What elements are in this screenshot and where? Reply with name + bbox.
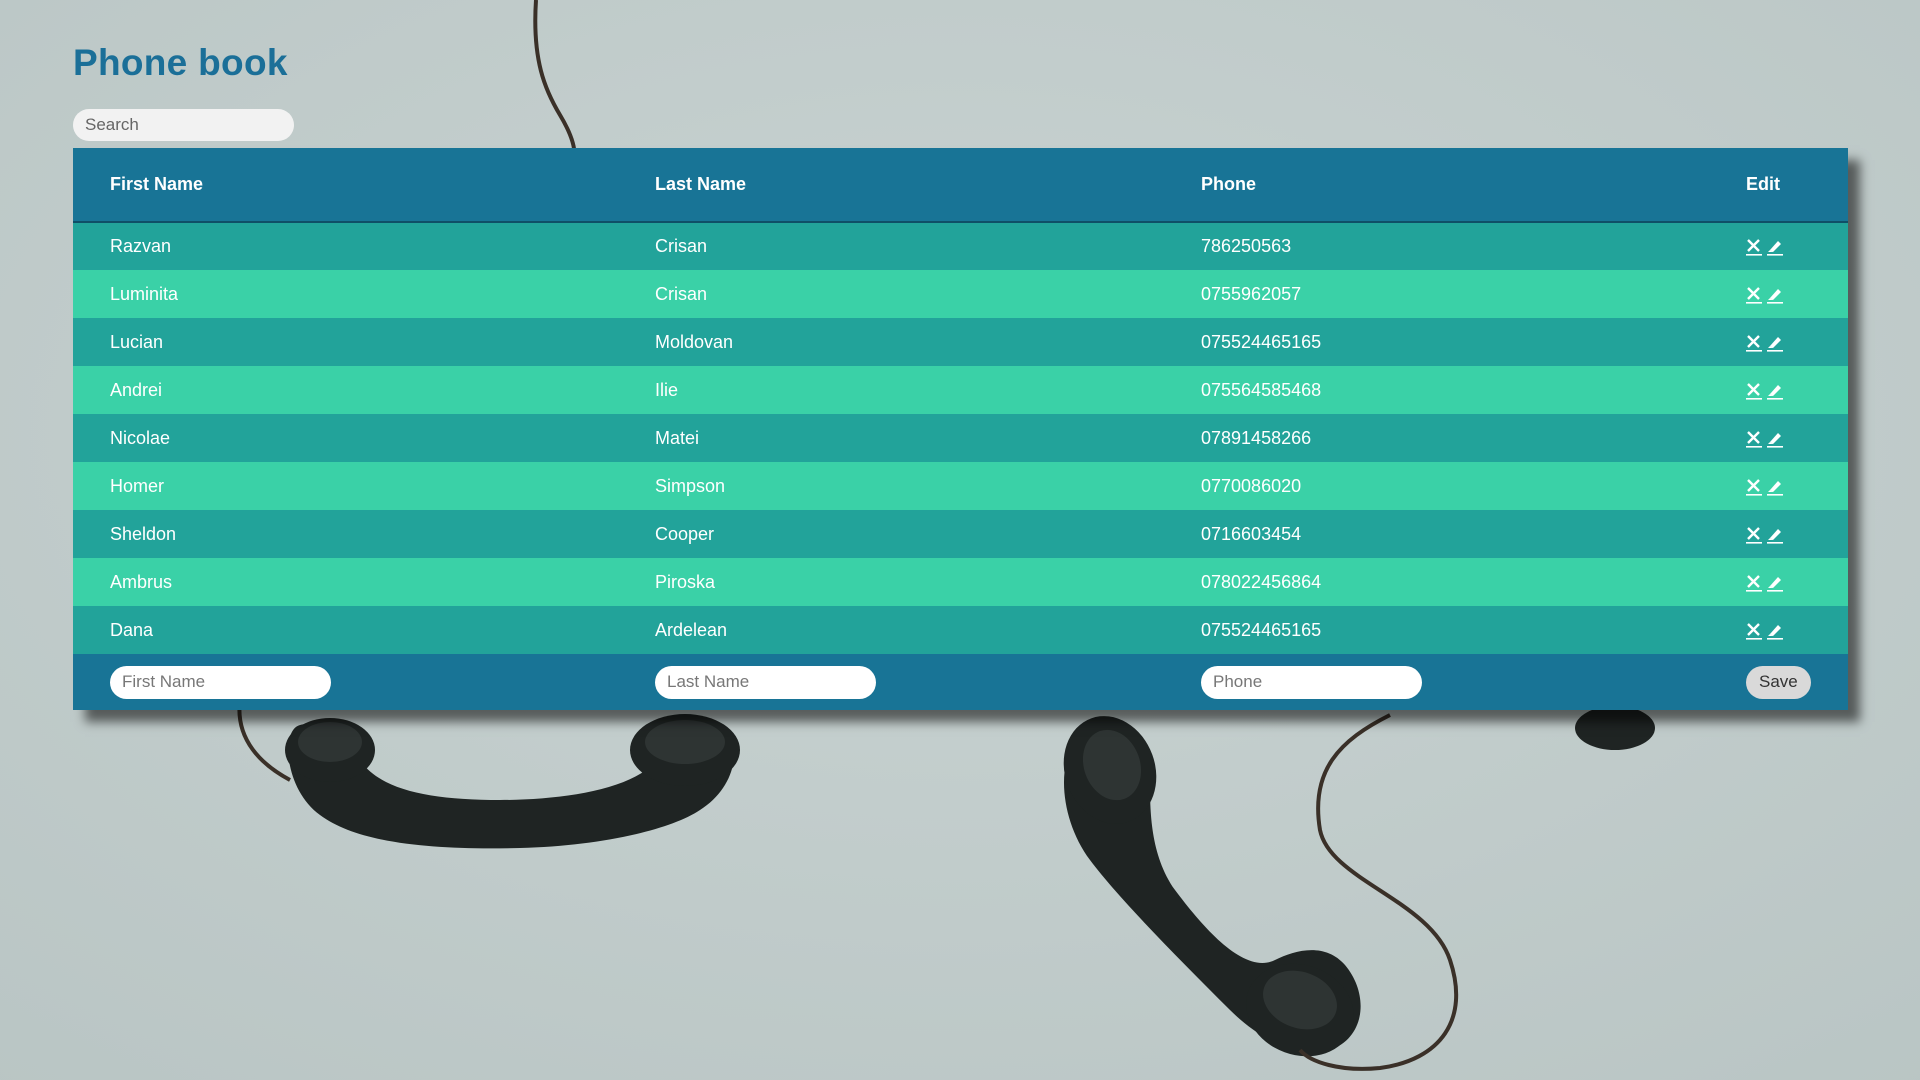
add-save-cell: Save [1709, 654, 1848, 710]
cell-last-name: Cooper [655, 523, 715, 544]
table-row: Lucian Moldovan 075524465165 [73, 318, 1848, 366]
table-row: Luminita Crisan 0755962057 [73, 270, 1848, 318]
pencil-icon[interactable] [1767, 238, 1783, 256]
cell-first-name: Lucian [110, 331, 164, 352]
cell-first-name: Dana [110, 619, 154, 640]
add-first-name-cell [73, 654, 618, 710]
cell-actions [1709, 222, 1848, 270]
table-row: Ambrus Piroska 078022456864 [73, 558, 1848, 606]
cell-last-name: Piroska [655, 571, 716, 592]
pencil-icon[interactable] [1767, 382, 1783, 400]
cell-first-name: Ambrus [110, 571, 173, 592]
column-header-phone: Phone [1201, 174, 1257, 194]
close-icon[interactable] [1746, 526, 1762, 544]
pencil-icon[interactable] [1767, 286, 1783, 304]
close-icon[interactable] [1746, 478, 1762, 496]
cell-actions [1709, 414, 1848, 462]
phone-input[interactable] [1201, 665, 1422, 699]
cell-first-name: Nicolae [110, 427, 171, 448]
cell-phone: 075564585468 [1201, 379, 1322, 400]
contacts-table-body: Razvan Crisan 786250563 Luminita Crisan … [73, 222, 1848, 654]
table-row: Nicolae Matei 07891458266 [73, 414, 1848, 462]
pencil-icon[interactable] [1767, 430, 1783, 448]
close-icon[interactable] [1746, 574, 1762, 592]
add-phone-cell [1164, 654, 1709, 710]
cell-last-name: Matei [655, 427, 700, 448]
cell-phone: 0716603454 [1201, 523, 1302, 544]
cell-phone: 0755962057 [1201, 283, 1302, 304]
cell-phone: 075524465165 [1201, 619, 1322, 640]
close-icon[interactable] [1746, 334, 1762, 352]
cell-last-name: Simpson [655, 475, 726, 496]
cell-actions [1709, 510, 1848, 558]
add-contact-row: Save [73, 654, 1848, 710]
cell-last-name: Crisan [655, 236, 708, 256]
contacts-table: First Name Last Name Phone Edit Razvan C… [73, 148, 1848, 710]
cell-first-name: Sheldon [110, 523, 177, 544]
close-icon[interactable] [1746, 238, 1762, 256]
cell-actions [1709, 462, 1848, 510]
cell-phone: 07891458266 [1201, 427, 1312, 448]
cell-phone: 0770086020 [1201, 475, 1302, 496]
cell-last-name: Ilie [655, 379, 679, 400]
cell-last-name: Ardelean [655, 619, 728, 640]
cell-actions [1709, 606, 1848, 654]
save-button[interactable]: Save [1746, 665, 1811, 699]
column-header-first-name: First Name [110, 174, 204, 194]
table-row: Sheldon Cooper 0716603454 [73, 510, 1848, 558]
page-title: Phone book [73, 42, 288, 83]
pencil-icon[interactable] [1767, 526, 1783, 544]
search-input[interactable] [73, 109, 294, 141]
contacts-table-container: First Name Last Name Phone Edit Razvan C… [73, 148, 1848, 710]
add-last-name-cell [618, 654, 1164, 710]
cell-first-name: Homer [110, 475, 165, 496]
cell-first-name: Luminita [110, 283, 179, 304]
table-row: Razvan Crisan 786250563 [73, 222, 1848, 270]
table-row: Dana Ardelean 075524465165 [73, 606, 1848, 654]
cell-actions [1709, 318, 1848, 366]
close-icon[interactable] [1746, 430, 1762, 448]
cell-actions [1709, 558, 1848, 606]
table-header-row: First Name Last Name Phone Edit [73, 148, 1848, 222]
close-icon[interactable] [1746, 382, 1762, 400]
pencil-icon[interactable] [1767, 574, 1783, 592]
column-header-last-name: Last Name [655, 174, 747, 194]
cell-phone: 075524465165 [1201, 331, 1322, 352]
cell-actions [1709, 270, 1848, 318]
pencil-icon[interactable] [1767, 622, 1783, 640]
close-icon[interactable] [1746, 286, 1762, 304]
cell-first-name: Andrei [110, 379, 163, 400]
cell-phone: 078022456864 [1201, 571, 1322, 592]
close-icon[interactable] [1746, 622, 1762, 640]
first-name-input[interactable] [110, 665, 331, 699]
pencil-icon[interactable] [1767, 478, 1783, 496]
phone-book-page: Phone book First Name Last Name Phone Ed… [0, 0, 1920, 1080]
table-row: Andrei Ilie 075564585468 [73, 366, 1848, 414]
cell-phone: 786250563 [1201, 236, 1292, 256]
cell-first-name: Razvan [110, 236, 172, 256]
cell-last-name: Moldovan [655, 331, 734, 352]
last-name-input[interactable] [655, 665, 876, 699]
cell-actions [1709, 366, 1848, 414]
table-row: Homer Simpson 0770086020 [73, 462, 1848, 510]
column-header-edit: Edit [1746, 174, 1780, 194]
pencil-icon[interactable] [1767, 334, 1783, 352]
cell-last-name: Crisan [655, 283, 708, 304]
